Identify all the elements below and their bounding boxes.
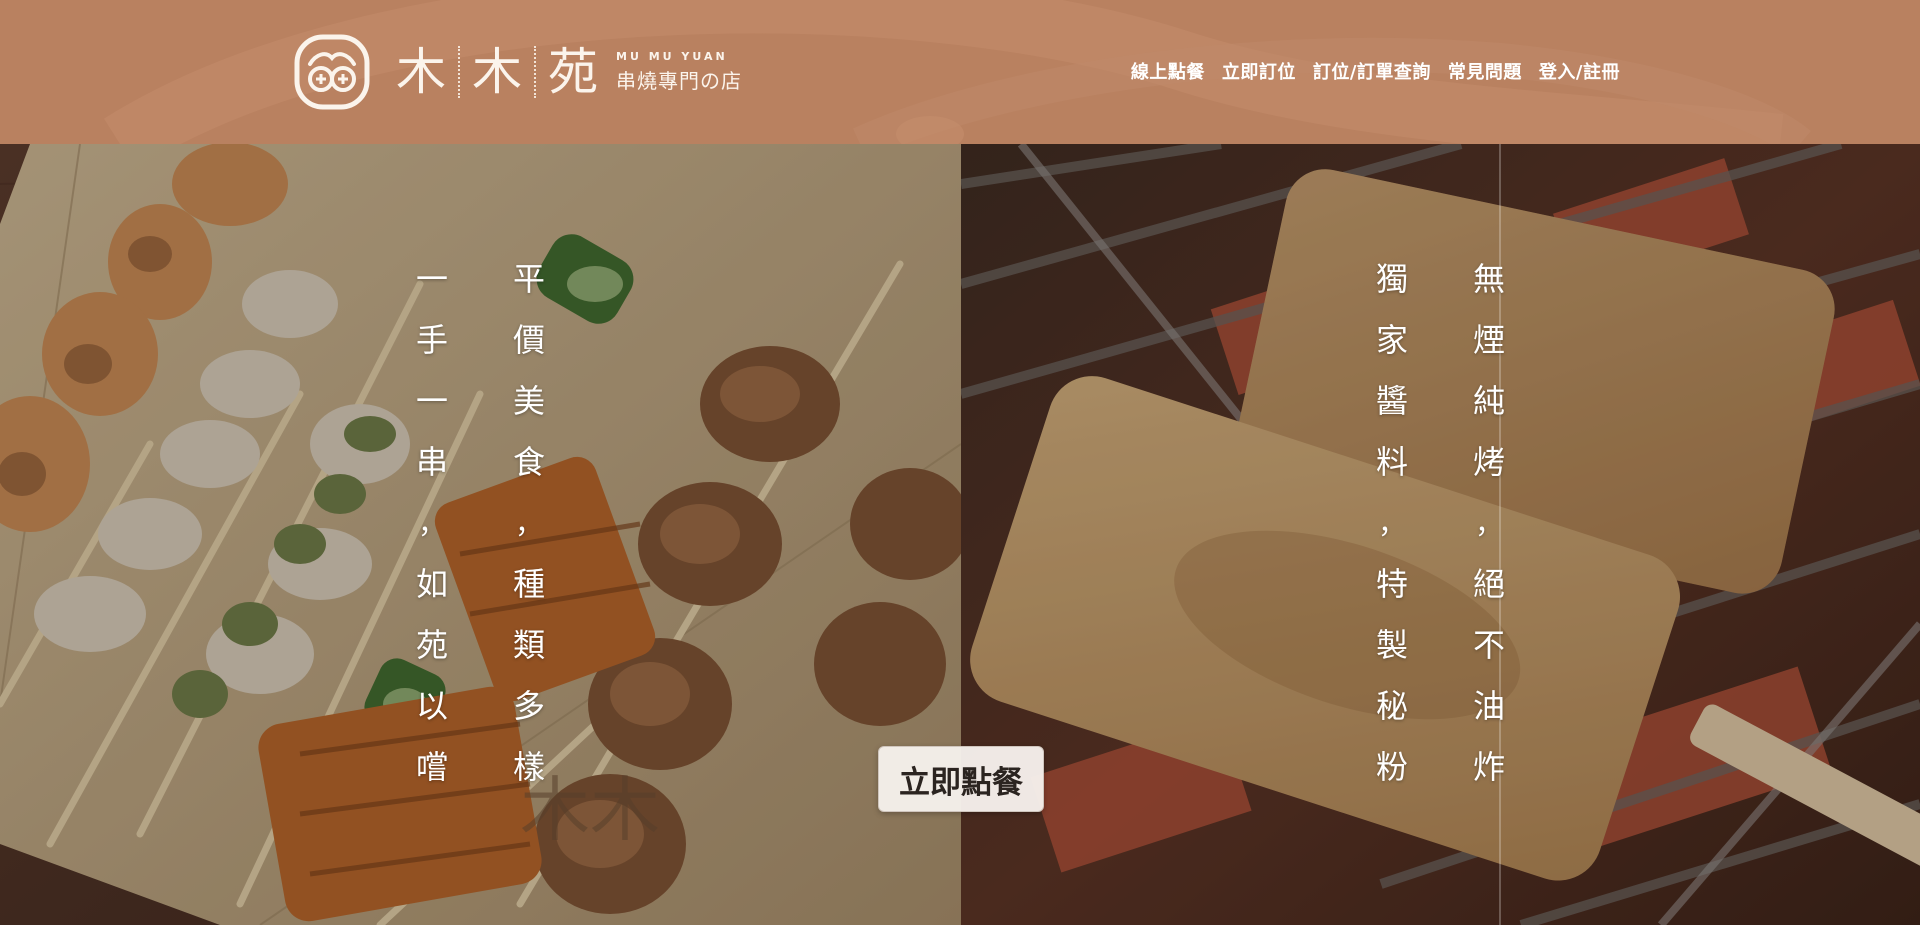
slogan-right-col1: 獨 家 醬 料 ， 特 製 秘 粉 bbox=[1372, 249, 1412, 798]
slogan-char: 獨 bbox=[1375, 260, 1408, 298]
slogan-char: 煙 bbox=[1472, 321, 1505, 359]
slogan-char: 炸 bbox=[1472, 748, 1505, 786]
slogan-char: 串 bbox=[415, 443, 448, 481]
brand-logo[interactable]: 木 木 苑 MU MU YUAN 串燒專門の店 bbox=[294, 34, 742, 110]
slogan-char: ， bbox=[1474, 507, 1503, 540]
nav-login-register[interactable]: 登入/註冊 bbox=[1539, 58, 1620, 84]
brand-name-en: MU MU YUAN bbox=[616, 50, 728, 63]
brand-emblem-icon bbox=[294, 34, 370, 110]
slogan-char: 如 bbox=[415, 565, 448, 603]
slogan-char: 一 bbox=[415, 260, 448, 298]
slogan-char: 類 bbox=[512, 626, 545, 664]
slogan-char: 無 bbox=[1472, 260, 1505, 298]
slogan-char: 秘 bbox=[1375, 687, 1408, 725]
site-header: 木 木 苑 MU MU YUAN 串燒專門の店 線上點餐 立即訂位 訂位/訂單查… bbox=[0, 0, 1920, 144]
brand-tagline: 串燒專門の店 bbox=[616, 69, 742, 93]
nav-reserve-now[interactable]: 立即訂位 bbox=[1222, 58, 1296, 84]
slogan-char: ， bbox=[417, 507, 446, 540]
slogan-char: 粉 bbox=[1375, 748, 1408, 786]
slogan-char: 苑 bbox=[415, 626, 448, 664]
slogan-char: 手 bbox=[415, 321, 448, 359]
slogan-char: 食 bbox=[512, 443, 545, 481]
slogan-char: ， bbox=[514, 507, 543, 540]
main-nav: 線上點餐 立即訂位 訂位/訂單查詢 常見問題 登入/註冊 bbox=[1131, 58, 1620, 84]
order-now-button[interactable]: 立即點餐 bbox=[878, 746, 1044, 812]
hero-panel-shade bbox=[0, 144, 961, 925]
brand-subtitle: MU MU YUAN 串燒專門の店 bbox=[616, 50, 742, 94]
slogan-char: 烤 bbox=[1472, 443, 1505, 481]
slogan-char: 家 bbox=[1375, 321, 1408, 359]
slogan-char: 醬 bbox=[1375, 382, 1408, 420]
nav-order-lookup[interactable]: 訂位/訂單查詢 bbox=[1313, 58, 1431, 84]
slogan-right-col2: 無 煙 純 烤 ， 絕 不 油 炸 bbox=[1469, 249, 1509, 798]
slogan-char: 美 bbox=[512, 382, 545, 420]
slogan-char: ， bbox=[1377, 507, 1406, 540]
slogan-char: 多 bbox=[512, 687, 545, 725]
slogan-char: 絕 bbox=[1472, 565, 1505, 603]
hero-section: 木木 一 手 一 串 ， 如 苑 以 嚐 平 價 美 食 ， 種 類 多 樣 獨… bbox=[0, 144, 1920, 925]
slogan-left-col1: 一 手 一 串 ， 如 苑 以 嚐 bbox=[412, 249, 452, 798]
slogan-left-col2: 平 價 美 食 ， 種 類 多 樣 bbox=[509, 249, 549, 798]
slogan-char: 樣 bbox=[512, 748, 545, 786]
brand-wordmark: 木 木 苑 MU MU YUAN 串燒專門の店 bbox=[384, 46, 742, 98]
brand-char-1: 木 bbox=[396, 43, 446, 101]
slogan-char: 價 bbox=[512, 321, 545, 359]
slogan-char: 特 bbox=[1375, 565, 1408, 603]
slogan-char: 料 bbox=[1375, 443, 1408, 481]
nav-faq[interactable]: 常見問題 bbox=[1448, 58, 1522, 84]
slogan-char: 不 bbox=[1472, 626, 1505, 664]
slogan-char: 純 bbox=[1472, 382, 1505, 420]
slogan-char: 嚐 bbox=[415, 748, 448, 786]
slogan-char: 製 bbox=[1375, 626, 1408, 664]
hero-panel-skewers: 木木 一 手 一 串 ， 如 苑 以 嚐 平 價 美 食 ， 種 類 多 樣 bbox=[0, 144, 961, 925]
brand-char-2: 木 bbox=[472, 43, 522, 101]
hero-panel-grill: 獨 家 醬 料 ， 特 製 秘 粉 無 煙 純 烤 ， 絕 不 油 炸 bbox=[961, 144, 1920, 925]
header-decoration bbox=[104, 0, 1811, 144]
slogan-char: 以 bbox=[415, 687, 448, 725]
slogan-char: 一 bbox=[415, 382, 448, 420]
slogan-char: 種 bbox=[512, 565, 545, 603]
nav-online-order[interactable]: 線上點餐 bbox=[1131, 58, 1205, 84]
hero-panel-shade bbox=[961, 144, 1920, 925]
slogan-char: 油 bbox=[1472, 687, 1505, 725]
slogan-char: 平 bbox=[512, 260, 545, 298]
brand-char-3: 苑 bbox=[548, 43, 598, 101]
